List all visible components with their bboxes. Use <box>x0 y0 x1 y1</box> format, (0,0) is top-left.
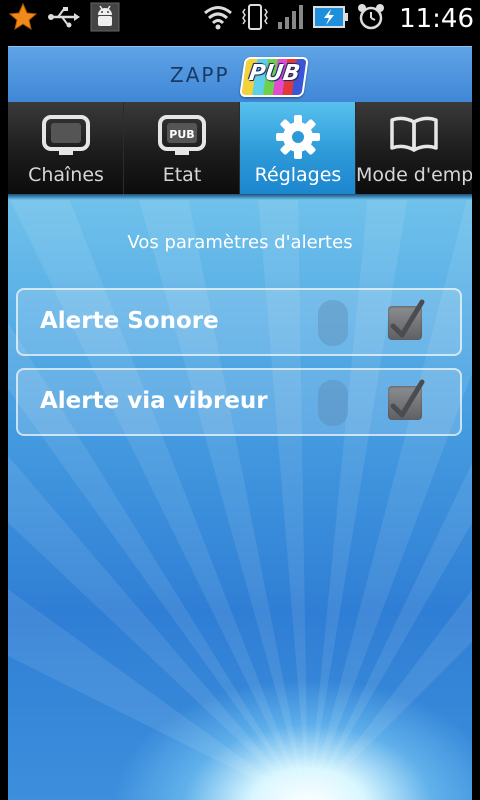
logo-badge-text: PUB <box>247 61 302 86</box>
tab-label: Etat <box>162 164 202 186</box>
app-header: ZAPP PUB <box>8 46 472 103</box>
tab-mode-emploi[interactable]: Mode d'emploi <box>356 102 472 194</box>
pub-tv-icon: PUB <box>157 114 207 160</box>
signal-icon <box>277 4 305 34</box>
alerte-vibreur-checkbox[interactable] <box>388 379 425 420</box>
battery-charging-icon <box>313 4 349 34</box>
android-debug-icon <box>90 2 120 36</box>
row-decoration <box>318 300 348 346</box>
app-window: ZAPP PUB Chaînes PUB Etat Réglages Mode … <box>8 46 472 800</box>
usb-icon <box>48 5 80 33</box>
wifi-icon <box>203 4 233 34</box>
tab-reglages[interactable]: Réglages <box>240 102 356 194</box>
gear-icon <box>275 114 321 160</box>
star-icon <box>8 2 38 36</box>
tv-icon <box>41 114 91 160</box>
tab-label: Mode d'emploi <box>356 164 472 186</box>
row-decoration <box>318 380 348 426</box>
setting-label: Alerte Sonore <box>40 308 219 334</box>
logo-badge: PUB <box>239 57 309 97</box>
tab-bar: Chaînes PUB Etat Réglages Mode d'emp <box>8 102 472 194</box>
setting-alerte-sonore[interactable]: Alerte Sonore <box>16 288 462 356</box>
tab-label: Chaînes <box>28 164 104 186</box>
logo-text: ZAPP <box>170 63 230 87</box>
tab-chaines[interactable]: Chaînes <box>8 102 124 194</box>
status-bar: 11:46 <box>0 0 480 38</box>
book-icon <box>389 114 439 160</box>
tab-underline <box>8 194 472 200</box>
checkmark-icon <box>390 299 425 338</box>
setting-alerte-vibreur[interactable]: Alerte via vibreur <box>16 368 462 436</box>
setting-label: Alerte via vibreur <box>40 388 268 414</box>
alarm-icon <box>357 3 385 35</box>
tab-label: Réglages <box>254 164 342 186</box>
tab-etat[interactable]: PUB Etat <box>124 102 240 194</box>
alerte-sonore-checkbox[interactable] <box>388 299 425 340</box>
section-title: Vos paramètres d'alertes <box>127 232 353 253</box>
status-clock: 11:46 <box>399 4 474 34</box>
svg-text:PUB: PUB <box>169 128 194 141</box>
vibrate-icon <box>241 3 269 35</box>
checkmark-icon <box>390 379 425 418</box>
